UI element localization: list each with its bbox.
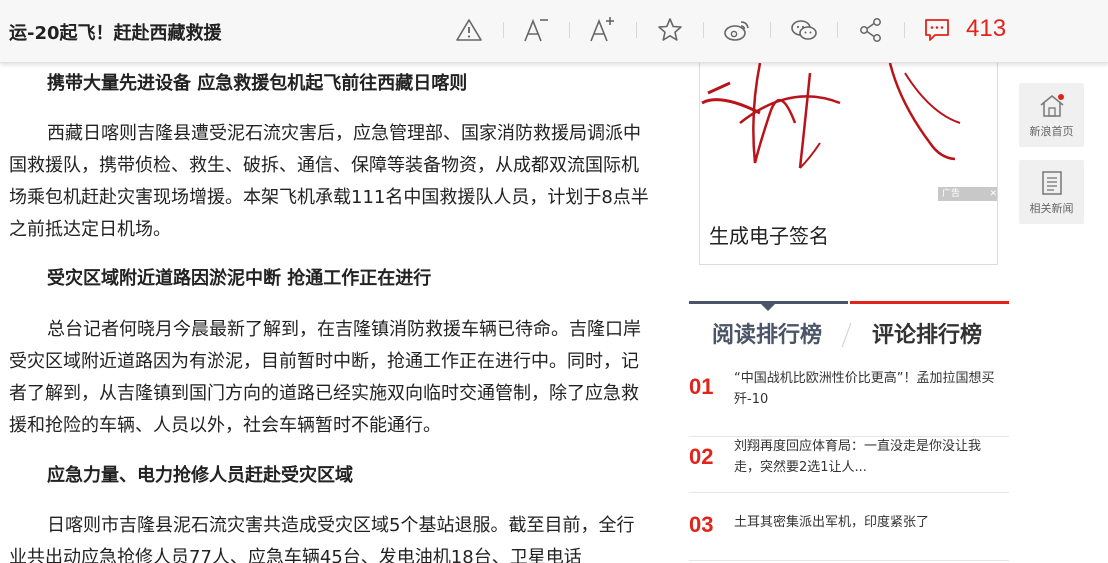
ranking-number: 02	[689, 444, 714, 469]
related-news-button[interactable]: 相关新闻	[1019, 160, 1084, 224]
comment-icon[interactable]	[920, 15, 954, 45]
tab-comment-ranking[interactable]: 评论排行榜	[872, 317, 982, 349]
article-paragraph: 总台记者何晓月今晨最新了解到，在吉隆镇消防救援车辆已待命。吉隆口岸受灾区域附近道…	[9, 319, 641, 436]
article-paragraph: 日喀则市吉隆县泥石流灾害共造成受灾区域5个基站退服。截至目前，全行业共出动应急抢…	[9, 515, 635, 563]
ranking-item[interactable]: 02 刘翔再度回应体育局：一直没走是你没让我走，突然要2选1让人...	[689, 436, 1009, 493]
share-icon[interactable]	[854, 15, 888, 45]
article-subheading: 携带大量先进设备 应急救援包机起飞前往西藏日喀则	[47, 73, 468, 94]
sina-home-label: 新浪首页	[1029, 125, 1074, 138]
ad-signature-image[interactable]	[700, 63, 997, 201]
wechat-icon[interactable]	[787, 15, 821, 45]
toolbar-divider	[770, 22, 771, 38]
font-decrease-icon[interactable]	[519, 15, 553, 45]
toolbar-divider	[837, 22, 838, 38]
toolbar-divider	[703, 22, 704, 38]
article-subheading: 应急力量、电力抢修人员赶赴受灾区域	[47, 465, 353, 486]
tab-read-ranking[interactable]: 阅读排行榜	[712, 317, 822, 349]
ad-close-icon[interactable]: ✕	[989, 187, 997, 201]
ad-caption[interactable]: 生成电子签名	[709, 220, 829, 249]
weibo-icon[interactable]	[720, 15, 754, 45]
star-icon[interactable]	[653, 15, 687, 45]
ranking-item[interactable]: 03 土耳其密集派出军机，印度紧张了	[689, 512, 1009, 561]
ad-badge-label: 广告	[942, 189, 961, 199]
ranking-headline[interactable]: 土耳其密集派出军机，印度紧张了	[734, 512, 1004, 533]
related-news-label: 相关新闻	[1029, 202, 1074, 215]
active-tab-arrow	[761, 304, 775, 311]
ad-card[interactable]: 广告 ✕ 生成电子签名	[699, 63, 998, 265]
article-paragraph: 西藏日喀则吉隆县遭受泥石流灾害后，应急管理部、国家消防救援局调派中国救援队，携带…	[9, 123, 649, 240]
sina-home-button[interactable]: 新浪首页	[1019, 83, 1084, 147]
toolbar-divider	[636, 22, 637, 38]
tab-indicator-comment	[850, 301, 1009, 304]
article-body: 携带大量先进设备 应急救援包机起飞前往西藏日喀则 西藏日喀则吉隆县遭受泥石流灾害…	[0, 63, 660, 563]
toolbar-divider	[503, 22, 504, 38]
ranking-headline[interactable]: “中国战机比欧洲性价比更高”！孟加拉国想买歼-10	[734, 368, 1004, 410]
ranking-headline[interactable]: 刘翔再度回应体育局：一直没走是你没让我走，突然要2选1让人...	[734, 436, 1004, 478]
toolbar-divider	[569, 22, 570, 38]
ranking-number: 03	[689, 512, 714, 537]
font-increase-icon[interactable]	[585, 15, 619, 45]
ranking-item[interactable]: 01 “中国战机比欧洲性价比更高”！孟加拉国想买歼-10	[689, 368, 1009, 437]
comment-count[interactable]: 413	[966, 15, 1006, 43]
top-toolbar: 运-20起飞！赶赴西藏救援 413	[0, 0, 1108, 63]
notification-dot	[1058, 94, 1064, 100]
toolbar-divider	[904, 22, 905, 38]
article-subheading: 受灾区域附近道路因淤泥中断 抢通工作正在进行	[47, 268, 432, 289]
news-list-icon	[1037, 170, 1067, 196]
report-icon[interactable]	[452, 15, 486, 45]
article-title: 运-20起飞！赶赴西藏救援	[9, 23, 222, 44]
tab-divider	[841, 322, 852, 348]
ranking-number: 01	[689, 374, 714, 399]
ad-badge[interactable]: 广告 ✕	[938, 187, 997, 201]
